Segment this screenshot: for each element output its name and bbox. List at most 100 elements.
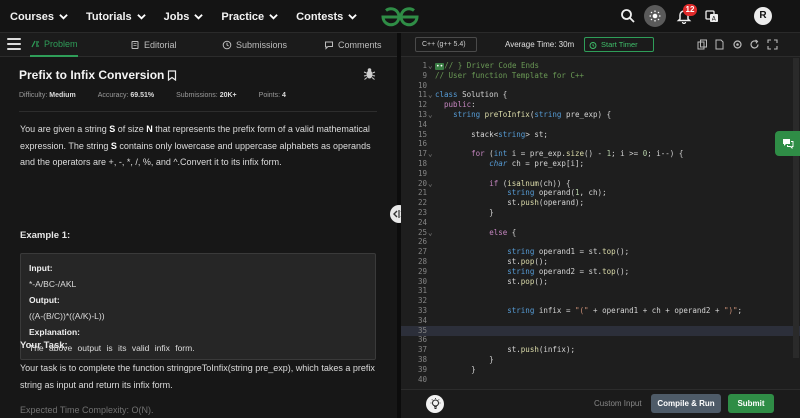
code-line[interactable]: 17 ⌄ for (int i = pre_exp.size() - 1; i >…: [401, 149, 800, 159]
file-icon[interactable]: [714, 39, 725, 50]
code-line[interactable]: 15 stack<string> st;: [401, 130, 800, 140]
code-line[interactable]: 31: [401, 286, 800, 296]
code-line[interactable]: 25 ⌄ else {: [401, 228, 800, 238]
tab-submissions[interactable]: Submissions: [222, 33, 287, 57]
code-line[interactable]: 27 string operand1 = st.top();: [401, 247, 800, 257]
line-number: 18: [417, 159, 427, 168]
points-value: 4: [282, 92, 286, 99]
translate-icon[interactable]: A: [704, 8, 720, 24]
code-line[interactable]: 1 ⌄ ••// } Driver Code Ends: [401, 61, 800, 71]
tab-label: Editorial: [144, 40, 177, 50]
code-line[interactable]: 38 }: [401, 355, 800, 365]
tab-editorial[interactable]: Editorial: [130, 33, 177, 57]
tab-comments[interactable]: Comments: [324, 33, 382, 57]
feedback-button[interactable]: [775, 131, 800, 156]
code-line[interactable]: 11 ⌄ class Solution {: [401, 90, 800, 100]
editor-panel: C++ (g++ 5.4) Average Time: 30m Start Ti…: [401, 33, 800, 418]
code-line[interactable]: 30 st.pop();: [401, 277, 800, 287]
code-line[interactable]: 39 }: [401, 365, 800, 375]
problem-icon: [31, 40, 39, 48]
nav-jobs[interactable]: Jobs: [164, 11, 204, 23]
chevron-down-icon: [269, 14, 278, 20]
start-timer-button[interactable]: Start Timer: [584, 37, 654, 52]
search-icon[interactable]: [620, 8, 636, 24]
code-line[interactable]: 40: [401, 375, 800, 385]
refresh-icon[interactable]: [749, 39, 760, 50]
line-number: 36: [417, 335, 427, 345]
submissions-value: 20K+: [219, 92, 237, 99]
code-text: string operand2 = st.top();: [507, 266, 630, 276]
bug-report-icon[interactable]: [363, 67, 376, 80]
line-number: 32: [417, 296, 427, 306]
code-line[interactable]: 33 string infix = "(" + operand1 + ch + …: [401, 306, 800, 316]
code-line[interactable]: 28 st.pop();: [401, 257, 800, 267]
gfg-logo-icon[interactable]: [380, 6, 420, 28]
code-line[interactable]: 20 ⌄ if (isalnum(ch)) {: [401, 179, 800, 189]
language-select[interactable]: C++ (g++ 5.4): [415, 37, 477, 52]
code-editor[interactable]: 1 ⌄ ••// } Driver Code Ends 9 // User functi…: [401, 58, 800, 388]
accuracy-label: Accuracy:: [97, 92, 129, 99]
code-line[interactable]: 29 string operand2 = st.top();: [401, 267, 800, 277]
code-line[interactable]: 35: [401, 325, 800, 336]
code-line[interactable]: 14: [401, 120, 800, 130]
nav-practice[interactable]: Practice: [221, 11, 278, 23]
copy-icon[interactable]: [697, 39, 708, 50]
fold-arrow-icon[interactable]: ⌄: [428, 61, 433, 71]
code-line[interactable]: 37 st.push(infix);: [401, 345, 800, 355]
hint-button[interactable]: [426, 395, 444, 413]
fold-arrow-icon[interactable]: ⌄: [428, 149, 433, 159]
line-number: 33: [417, 306, 427, 315]
code-line[interactable]: 32: [401, 296, 800, 306]
example-input-value: *-A/BC-/AKL: [29, 279, 77, 289]
code-line[interactable]: 12 public:: [401, 100, 800, 110]
code-line[interactable]: 10: [401, 81, 800, 91]
example-output-value: ((A-(B/C))*((A/K)-L)): [29, 311, 105, 321]
accuracy: Accuracy: 69.51%: [98, 92, 154, 99]
code-text: }: [435, 364, 476, 374]
fullscreen-icon[interactable]: [767, 39, 778, 50]
line-number: 22: [417, 198, 427, 208]
compile-run-button[interactable]: Compile & Run: [651, 394, 721, 413]
task-heading: Your Task:: [20, 340, 68, 351]
theme-toggle-button[interactable]: [644, 5, 666, 27]
nav-contests[interactable]: Contests: [296, 11, 357, 23]
top-navbar: Courses Tutorials Jobs Practice Contests…: [0, 0, 800, 33]
difficulty-label: Difficulty:: [19, 92, 48, 99]
code-line[interactable]: 36: [401, 335, 800, 345]
example-output-label: Output:: [29, 295, 60, 305]
custom-input-toggle[interactable]: Custom Input: [594, 399, 642, 408]
example-input-label: Input:: [29, 263, 53, 273]
submit-button[interactable]: Submit: [728, 394, 774, 413]
example-heading: Example 1:: [20, 230, 71, 241]
code-line[interactable]: 18 char ch = pre_exp[i];: [401, 159, 800, 169]
editor-scrollbar[interactable]: [793, 58, 799, 358]
line-number: 12: [417, 100, 427, 110]
code-line[interactable]: 22 st.push(operand);: [401, 198, 800, 208]
code-text: else {: [489, 227, 517, 237]
nav-courses[interactable]: Courses: [10, 11, 68, 23]
settings-icon[interactable]: [732, 39, 743, 50]
code-line[interactable]: 9 // User function Template for C++: [401, 71, 800, 81]
avatar[interactable]: R: [754, 7, 772, 25]
fold-arrow-icon[interactable]: ⌄: [428, 110, 433, 120]
code-text: string infix = "(" + operand1 + ch + ope…: [507, 306, 743, 315]
fold-arrow-icon[interactable]: ⌄: [428, 90, 433, 100]
fold-arrow-icon[interactable]: ⌄: [428, 228, 433, 238]
bookmark-icon[interactable]: [167, 69, 177, 81]
code-line[interactable]: 26: [401, 237, 800, 247]
fold-arrow-icon[interactable]: ⌄: [428, 179, 433, 189]
tab-problem[interactable]: Problem: [30, 33, 78, 57]
problem-title-text: Prefix to Infix Conversion: [19, 68, 165, 82]
code-text: st.push(infix);: [435, 345, 575, 355]
code-line[interactable]: 16: [401, 139, 800, 149]
code-line[interactable]: 34: [401, 316, 800, 326]
line-number: 39: [417, 364, 427, 374]
code-line[interactable]: 23 }: [401, 208, 800, 218]
nav-tutorials[interactable]: Tutorials: [86, 11, 146, 23]
menu-icon[interactable]: [7, 38, 21, 50]
code-line[interactable]: 21 string operand(1, ch);: [401, 188, 800, 198]
code-line[interactable]: 24: [401, 218, 800, 228]
code-line[interactable]: 19: [401, 169, 800, 179]
line-number: 35: [417, 325, 427, 335]
code-line[interactable]: 13 ⌄ string preToInfix(string pre_exp) {: [401, 110, 800, 120]
